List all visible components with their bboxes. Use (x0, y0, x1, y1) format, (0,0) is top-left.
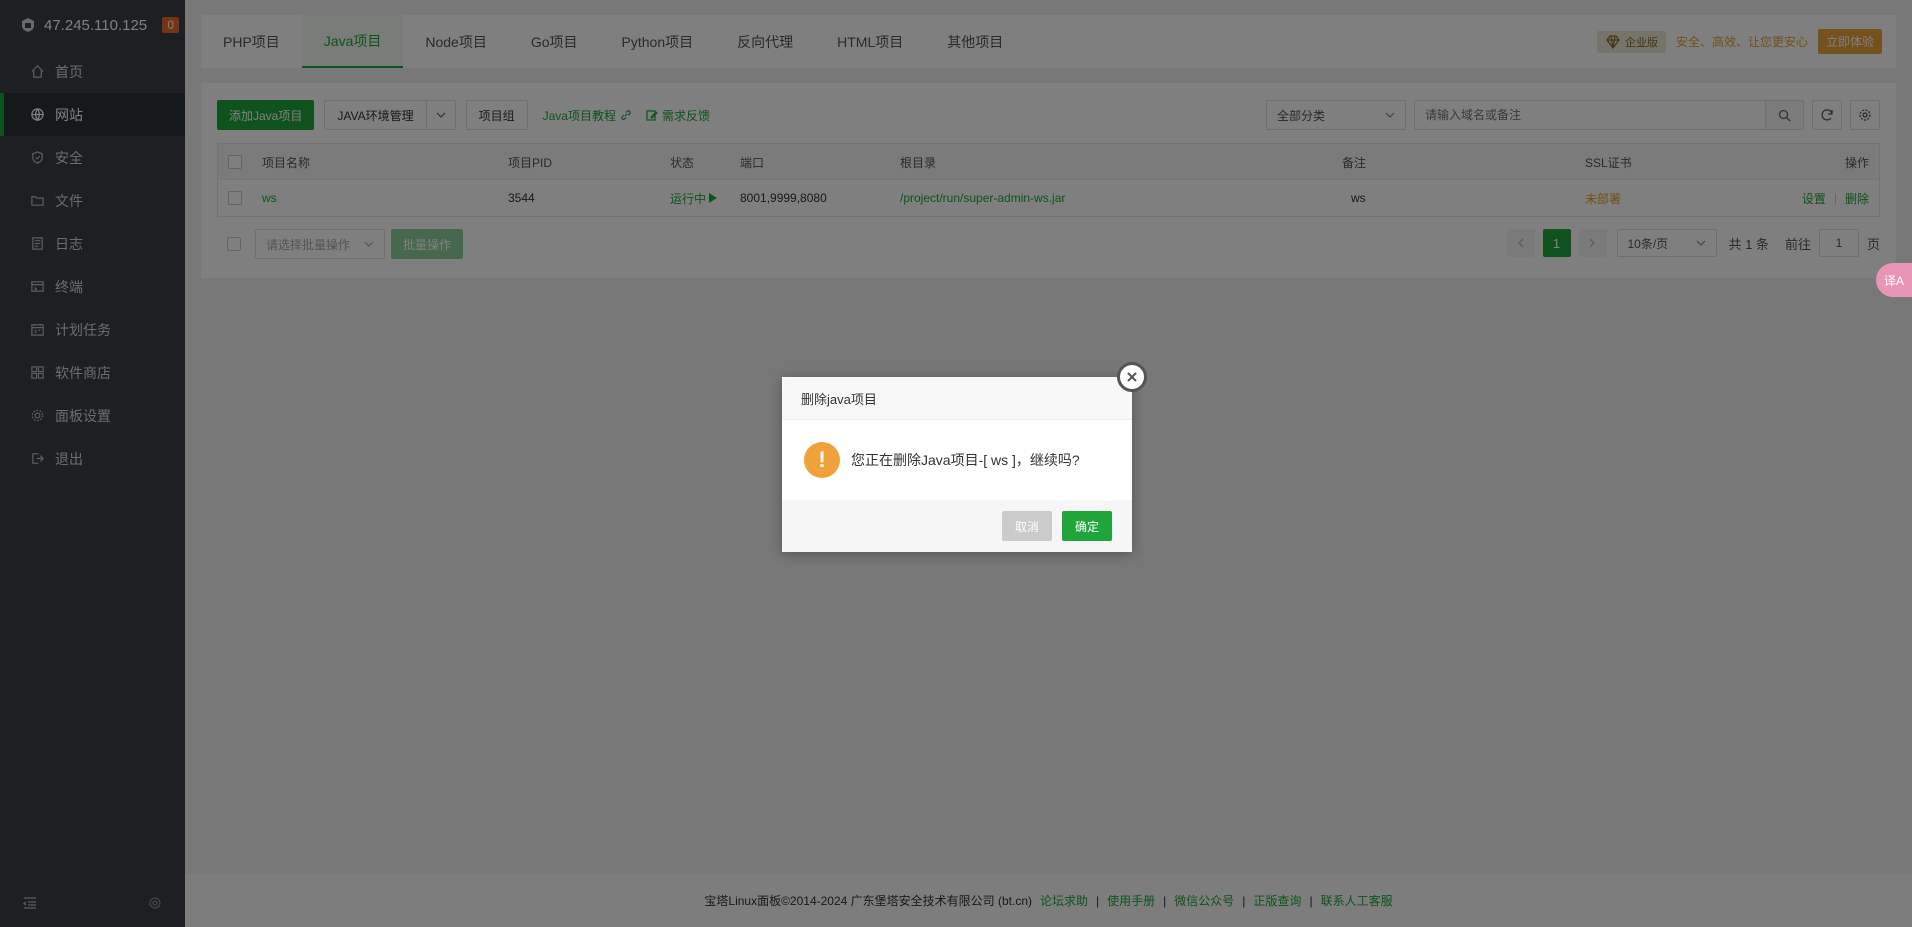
cancel-button[interactable]: 取消 (1001, 511, 1052, 541)
translate-widget[interactable]: 译A (1876, 263, 1912, 297)
confirm-button[interactable]: 确定 (1061, 511, 1112, 541)
dialog-title: 删除java项目 (782, 377, 1132, 420)
dialog-body: ! 您正在删除Java项目-[ ws ]，继续吗? (782, 420, 1132, 499)
warning-icon: ! (804, 441, 840, 478)
close-icon (1127, 372, 1137, 382)
dialog-message: 您正在删除Java项目-[ ws ]，继续吗? (851, 451, 1080, 468)
dialog-footer: 取消 确定 (782, 500, 1132, 552)
dialog-close-button[interactable] (1117, 362, 1147, 392)
delete-confirm-dialog: 删除java项目 ! 您正在删除Java项目-[ ws ]，继续吗? 取消 确定 (782, 377, 1132, 552)
